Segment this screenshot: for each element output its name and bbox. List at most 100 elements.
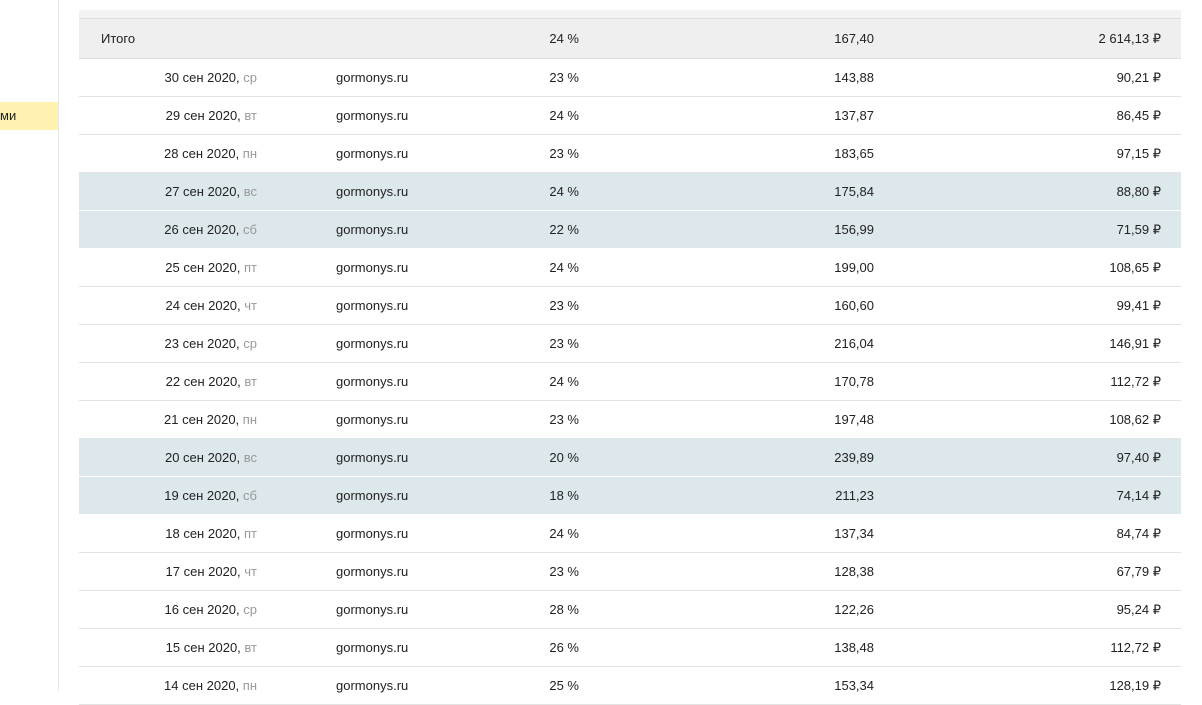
date-text: 18 сен 2020, [165,526,241,541]
table-row: 18 сен 2020, пт gormonys.ru 24 % 137,34 84,7… [79,515,1181,553]
weekday-text: пт [244,260,257,275]
table-row: 26 сен 2020, сб gormonys.ru 22 % 156,99 71,5… [79,211,1181,249]
value-cell: 197,48 [834,412,874,427]
site-cell: gormonys.ru [336,336,409,351]
sum-cell: 99,41 ₽ [1116,298,1161,313]
date-text: 22 сен 2020, [165,374,241,389]
site-cell: gormonys.ru [336,640,409,655]
table-row: 30 сен 2020, ср gormonys.ru 23 % 143,88 90,2… [79,59,1181,97]
percent-cell: 23 % [549,298,579,313]
total-sum: 2 614,13 ₽ [1098,31,1162,46]
percent-cell: 25 % [549,678,579,693]
value-cell: 156,99 [834,222,874,237]
percent-cell: 23 % [549,70,579,85]
weekday-text: чт [244,564,257,579]
value-cell: 239,89 [834,450,874,465]
sum-cell: 128,19 ₽ [1109,678,1161,693]
value-cell: 137,34 [834,526,874,541]
date-text: 17 сен 2020, [165,564,241,579]
weekday-text: вс [243,184,257,199]
weekday-text: вт [244,640,257,655]
table-row: 27 сен 2020, вс gormonys.ru 24 % 175,84 88,8… [79,173,1181,211]
date-text: 25 сен 2020, [165,260,241,275]
sum-cell: 95,24 ₽ [1116,602,1161,617]
value-cell: 211,23 [835,488,874,503]
value-cell: 170,78 [834,374,874,389]
table-row: 14 сен 2020, пн gormonys.ru 25 % 153,34 128,… [79,667,1181,705]
percent-cell: 28 % [549,602,579,617]
value-cell: 153,34 [834,678,874,693]
date-cell: 28 сен 2020, пн [164,135,257,172]
percent-cell: 23 % [549,564,579,579]
weekday-text: вс [243,450,257,465]
date-cell: 18 сен 2020, пт [165,515,257,552]
table-row: 22 сен 2020, вт gormonys.ru 24 % 170,78 112,… [79,363,1181,401]
date-cell: 14 сен 2020, пн [164,667,257,704]
weekday-text: чт [244,298,257,313]
site-cell: gormonys.ru [336,602,409,617]
value-cell: 138,48 [834,640,874,655]
total-row: Итого 24 % 167,40 2 614,13 ₽ [79,19,1181,59]
site-cell: gormonys.ru [336,526,409,541]
site-cell: gormonys.ru [336,488,409,503]
sidebar-item-active[interactable]: ми [0,102,58,130]
site-cell: gormonys.ru [336,260,409,275]
date-cell: 23 сен 2020, ср [165,325,257,362]
sum-cell: 86,45 ₽ [1116,108,1161,123]
site-cell: gormonys.ru [336,298,409,313]
stats-table: Итого 24 % 167,40 2 614,13 ₽ 30 сен 2020… [79,10,1181,705]
sum-cell: 74,14 ₽ [1116,488,1161,503]
date-text: 23 сен 2020, [164,336,240,351]
value-cell: 122,26 [834,602,874,617]
date-cell: 22 сен 2020, вт [166,363,257,400]
value-cell: 175,84 [834,184,874,199]
total-value: 167,40 [834,31,874,46]
date-cell: 19 сен 2020, сб [164,477,257,514]
sum-cell: 108,65 ₽ [1109,260,1161,275]
sum-cell: 97,40 ₽ [1116,450,1161,465]
date-text: 19 сен 2020, [164,488,240,503]
percent-cell: 18 % [549,488,579,503]
date-cell: 25 сен 2020, пт [165,249,257,286]
percent-cell: 24 % [549,374,579,389]
site-cell: gormonys.ru [336,564,409,579]
sidebar-item-label: ми [0,108,17,123]
value-cell: 137,87 [834,108,874,123]
date-text: 24 сен 2020, [165,298,241,313]
table-row: 23 сен 2020, ср gormonys.ru 23 % 216,04 146,… [79,325,1181,363]
sum-cell: 146,91 ₽ [1109,336,1161,351]
weekday-text: сб [243,488,257,503]
percent-cell: 24 % [549,108,579,123]
date-text: 26 сен 2020, [164,222,240,237]
date-text: 27 сен 2020, [164,184,241,199]
date-cell: 29 сен 2020, вт [166,97,257,134]
sum-cell: 112,72 ₽ [1110,640,1161,655]
total-percent: 24 % [549,31,579,46]
sum-cell: 84,74 ₽ [1116,526,1161,541]
date-cell: 15 сен 2020, вт [166,629,257,666]
site-cell: gormonys.ru [336,70,409,85]
date-cell: 20 сен 2020, вс [165,439,257,476]
weekday-text: пн [242,412,257,427]
weekday-text: ср [243,602,257,617]
weekday-text: пн [242,146,257,161]
table-row: 15 сен 2020, вт gormonys.ru 26 % 138,48 112,… [79,629,1181,667]
site-cell: gormonys.ru [336,412,409,427]
weekday-text: пт [244,526,257,541]
table-row: 29 сен 2020, вт gormonys.ru 24 % 137,87 86,4… [79,97,1181,135]
weekday-text: ср [243,336,257,351]
date-text: 16 сен 2020, [164,602,240,617]
table-row: 20 сен 2020, вс gormonys.ru 20 % 239,89 97,4… [79,439,1181,477]
date-text: 15 сен 2020, [165,640,241,655]
sum-cell: 112,72 ₽ [1110,374,1161,389]
value-cell: 160,60 [834,298,874,313]
table-row: 21 сен 2020, пн gormonys.ru 23 % 197,48 108,… [79,401,1181,439]
sum-cell: 108,62 ₽ [1109,412,1161,427]
date-text: 21 сен 2020, [164,412,240,427]
weekday-text: сб [243,222,257,237]
value-cell: 216,04 [834,336,874,351]
date-text: 30 сен 2020, [164,70,240,85]
table-row: 19 сен 2020, сб gormonys.ru 18 % 211,23 74,1… [79,477,1181,515]
sum-cell: 67,79 ₽ [1116,564,1161,579]
value-cell: 143,88 [834,70,874,85]
